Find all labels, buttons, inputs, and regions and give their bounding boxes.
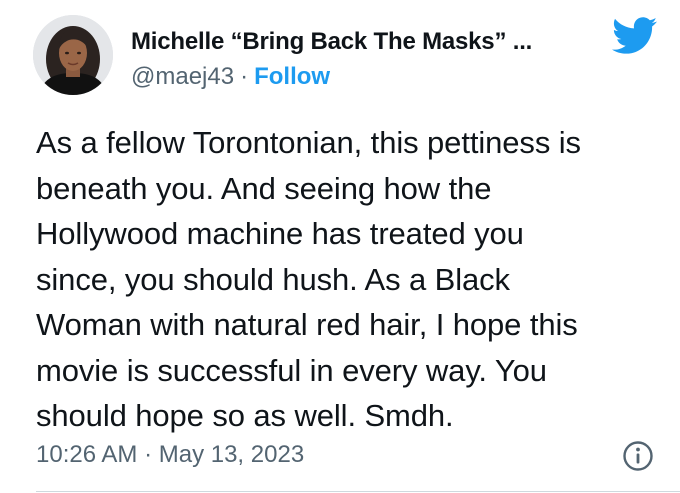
tweet-text-line: since, you should hush. As a Black (36, 261, 510, 297)
display-name[interactable]: Michelle “Bring Back The Masks” ... (131, 28, 532, 56)
tweet-text-line: movie is successful in every way. You (36, 352, 547, 388)
info-icon[interactable] (622, 440, 654, 472)
tweet-text-line: beneath you. And seeing how the (36, 170, 492, 206)
handle-row: @maej43 · Follow (131, 62, 330, 92)
tweet-timestamp[interactable]: 10:26 AM · May 13, 2023 (36, 441, 304, 469)
avatar-photo (33, 15, 113, 95)
twitter-bird-icon[interactable] (612, 17, 658, 55)
avatar[interactable] (33, 15, 113, 95)
tweet-card: Michelle “Bring Back The Masks” ... @mae… (0, 0, 680, 493)
user-handle[interactable]: @maej43 (131, 63, 234, 91)
tweet-text: As a fellow Torontonian, this pettiness … (36, 120, 671, 439)
follow-link[interactable]: Follow (254, 63, 330, 91)
tweet-text-line: Hollywood machine has treated you (36, 216, 524, 251)
bottom-divider (36, 491, 680, 492)
tweet-text-line: should hope so as well. Smdh. (36, 398, 454, 433)
display-name-row: Michelle “Bring Back The Masks” ... (131, 27, 532, 57)
handle-separator: · (240, 63, 249, 90)
tweet-text-line: As a fellow Torontonian, this pettiness … (36, 125, 581, 160)
tweet-text-line: Woman with natural red hair, I hope this (36, 307, 578, 342)
